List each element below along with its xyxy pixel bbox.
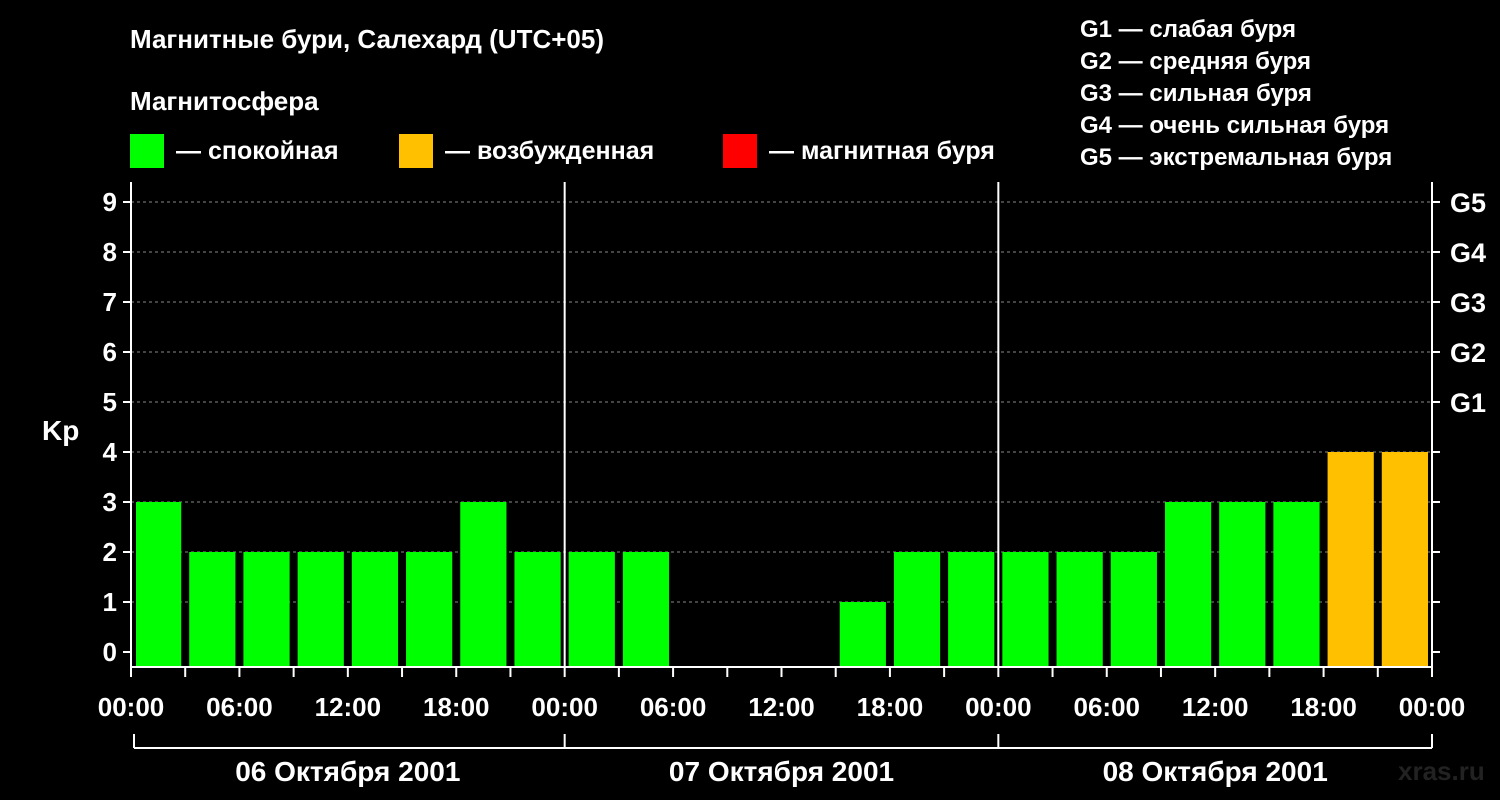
- kp-bar: [893, 552, 941, 667]
- y-tick-label: 8: [103, 237, 117, 267]
- x-tick-label: 12:00: [748, 692, 815, 722]
- y-axis-label: Kp: [42, 415, 79, 446]
- y-tick-label: 3: [103, 487, 117, 517]
- y-tick-label: 6: [103, 337, 117, 367]
- kp-bar: [1381, 452, 1428, 667]
- x-tick-label: 12:00: [315, 692, 382, 722]
- g-level-label: G1: [1450, 388, 1486, 418]
- y-tick-label: 2: [103, 537, 117, 567]
- x-tick-label: 00:00: [531, 692, 598, 722]
- x-tick-label: 12:00: [1182, 692, 1249, 722]
- y-tick-label: 7: [103, 287, 117, 317]
- kp-bar: [622, 552, 670, 667]
- kp-bar: [514, 552, 561, 667]
- kp-bar: [1164, 502, 1212, 667]
- kp-bar: [297, 552, 344, 667]
- g-level-label: G2: [1450, 338, 1486, 368]
- kp-bar: [839, 602, 886, 667]
- x-tick-label: 00:00: [965, 692, 1032, 722]
- x-tick-label: 06:00: [206, 692, 273, 722]
- kp-bar: [351, 552, 399, 667]
- kp-bar: [1219, 502, 1266, 667]
- x-tick-label: 18:00: [1290, 692, 1357, 722]
- kp-bar: [189, 552, 236, 667]
- kp-bar: [243, 552, 290, 667]
- kp-bar: [1056, 552, 1103, 667]
- kp-bar: [1327, 452, 1374, 667]
- kp-bar: [1002, 552, 1049, 667]
- g-level-label: G4: [1450, 238, 1486, 268]
- day-label: 07 Октября 2001: [669, 756, 894, 787]
- x-tick-label: 06:00: [640, 692, 707, 722]
- kp-bar: [406, 552, 453, 667]
- g-level-label: G5: [1450, 188, 1486, 218]
- x-tick-label: 00:00: [98, 692, 165, 722]
- x-tick-label: 18:00: [857, 692, 924, 722]
- kp-bar: [136, 502, 182, 667]
- y-tick-label: 4: [103, 437, 118, 467]
- kp-bar: [1273, 502, 1320, 667]
- x-tick-label: 06:00: [1074, 692, 1141, 722]
- y-tick-label: 9: [103, 187, 117, 217]
- watermark: xras.ru: [1398, 756, 1485, 786]
- kp-bar: [948, 552, 995, 667]
- g-level-label: G3: [1450, 288, 1486, 318]
- kp-bar: [1110, 552, 1157, 667]
- kp-bar: [568, 552, 615, 667]
- x-tick-label: 00:00: [1399, 692, 1466, 722]
- y-tick-label: 1: [103, 587, 117, 617]
- y-tick-label: 0: [103, 637, 117, 667]
- y-tick-label: 5: [103, 387, 117, 417]
- x-tick-label: 18:00: [423, 692, 490, 722]
- day-label: 06 Октября 2001: [235, 756, 460, 787]
- day-label: 08 Октября 2001: [1103, 756, 1328, 787]
- kp-bar-chart: 0 1 2 3 4 5 6 7 8 9 Kp G1 G2 G3 G4 G5 00:00 06:00 12:00 18:…: [42, 182, 1486, 787]
- kp-bar: [460, 502, 507, 667]
